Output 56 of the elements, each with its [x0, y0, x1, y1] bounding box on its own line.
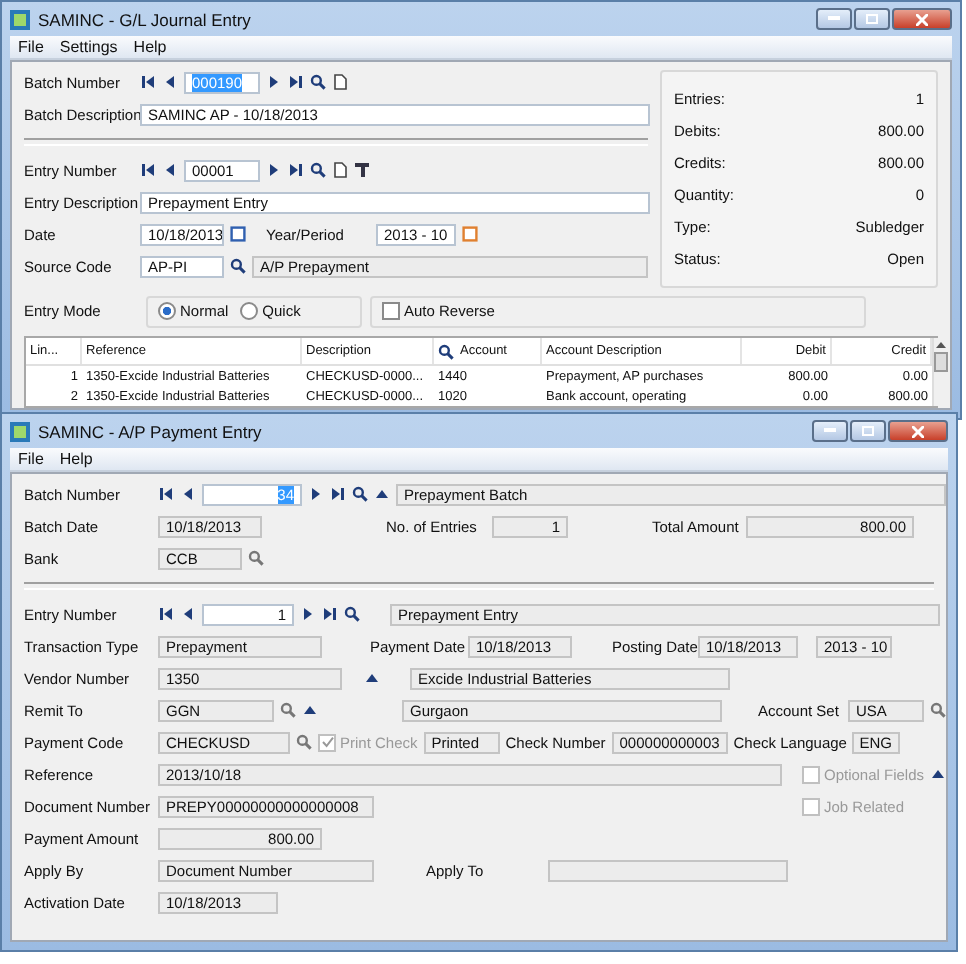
close-icon [912, 425, 924, 437]
minimize-icon [824, 428, 836, 434]
menu-item[interactable]: Help [133, 38, 167, 56]
calendar-icon[interactable] [230, 226, 246, 242]
app-icon [10, 421, 30, 441]
maximize-button[interactable] [854, 8, 890, 30]
search-icon[interactable] [310, 74, 326, 90]
search-icon[interactable] [352, 486, 368, 502]
minimize-button[interactable] [812, 420, 848, 442]
window-title: SAMINC - A/P Payment Entry [38, 421, 262, 441]
app-icon [10, 9, 30, 29]
previous-record-icon[interactable] [180, 486, 196, 502]
previous-record-icon[interactable] [162, 74, 178, 90]
last-record-icon[interactable] [288, 74, 304, 90]
window-title: SAMINC - G/L Journal Entry [38, 9, 251, 29]
search-icon[interactable] [344, 606, 360, 622]
first-record-icon[interactable] [140, 74, 156, 90]
next-record-icon[interactable] [300, 606, 316, 622]
search-icon[interactable] [438, 343, 454, 359]
maximize-button[interactable] [850, 420, 886, 442]
new-document-icon[interactable] [332, 74, 348, 90]
menu-item[interactable]: File [18, 38, 44, 56]
previous-record-icon[interactable] [162, 162, 178, 178]
checkmark-icon [321, 736, 333, 748]
maximize-icon [866, 14, 878, 24]
first-record-icon[interactable] [158, 606, 174, 622]
first-record-icon[interactable] [158, 486, 174, 502]
apply-to-field[interactable] [548, 859, 788, 881]
scrollbar[interactable] [932, 338, 948, 406]
search-icon[interactable] [310, 162, 326, 178]
maximize-icon [862, 426, 874, 436]
close-button[interactable] [888, 420, 948, 442]
menu-item[interactable]: Settings [59, 38, 118, 56]
next-record-icon[interactable] [266, 74, 282, 90]
minimize-icon [828, 16, 840, 22]
last-record-icon[interactable] [330, 486, 346, 502]
last-record-icon[interactable] [288, 162, 304, 178]
zoom-up-icon[interactable] [930, 766, 946, 782]
next-record-icon[interactable] [308, 486, 324, 502]
last-record-icon[interactable] [322, 606, 338, 622]
zoom-up-icon[interactable] [302, 702, 318, 718]
calendar-icon[interactable] [462, 226, 478, 242]
new-document-icon[interactable] [332, 162, 348, 178]
zoom-up-icon[interactable] [374, 486, 390, 502]
close-icon [916, 13, 928, 25]
close-button[interactable] [892, 8, 952, 30]
minimize-button[interactable] [816, 8, 852, 30]
first-record-icon[interactable] [140, 162, 156, 178]
next-record-icon[interactable] [266, 162, 282, 178]
menu-item[interactable]: File [18, 450, 44, 468]
drilldown-icon[interactable] [354, 162, 370, 178]
zoom-up-icon[interactable] [364, 670, 380, 686]
search-icon[interactable] [230, 258, 246, 274]
menu-item[interactable]: Help [59, 450, 93, 468]
scroll-up-icon[interactable] [936, 342, 946, 348]
previous-record-icon[interactable] [180, 606, 196, 622]
